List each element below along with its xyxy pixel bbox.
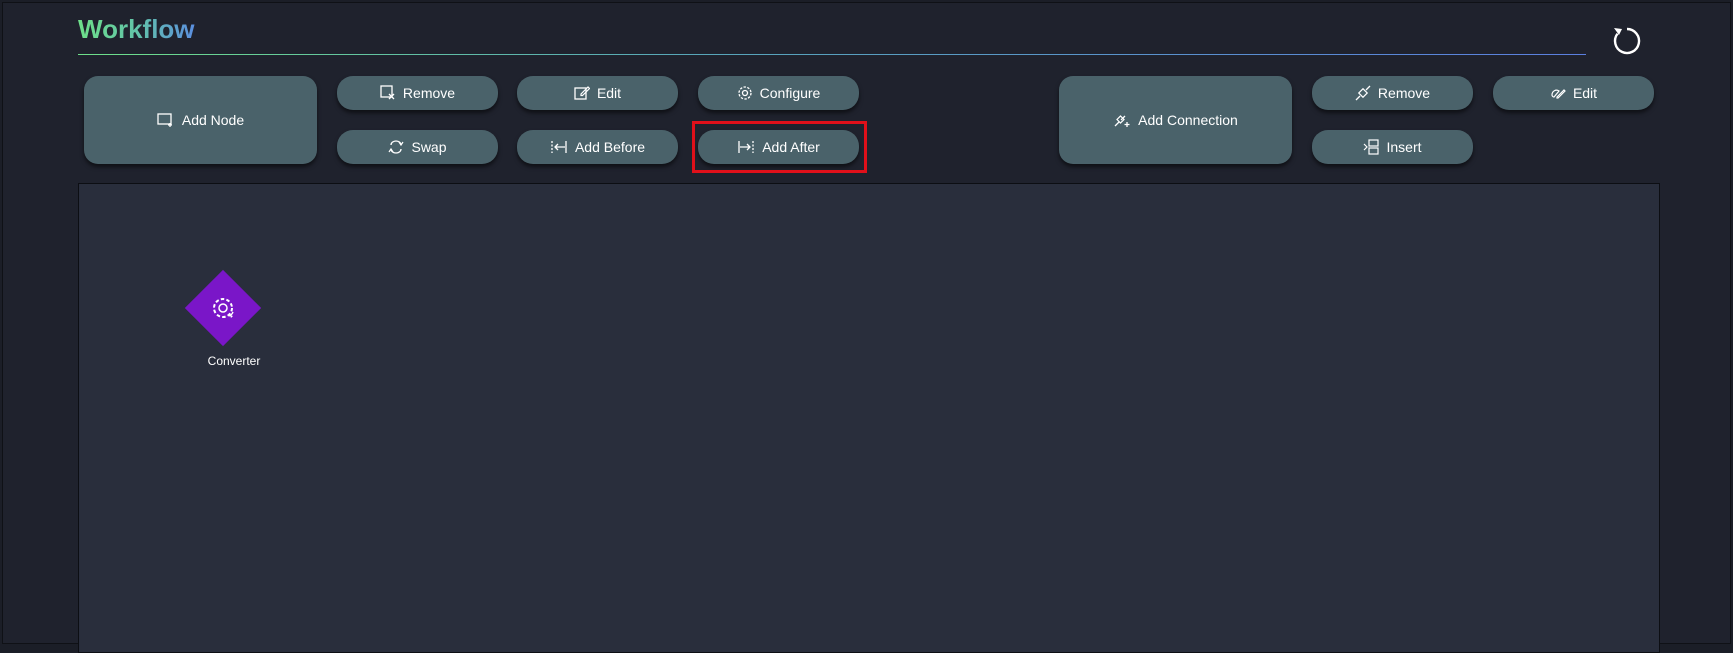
title-underline (78, 54, 1586, 55)
workflow-canvas[interactable]: Converter (78, 183, 1660, 653)
workflow-node[interactable] (184, 269, 262, 347)
edit-icon (574, 85, 590, 101)
add-connection-label: Add Connection (1138, 112, 1238, 128)
add-connection-button[interactable]: Add Connection (1059, 76, 1292, 164)
swap-label: Swap (411, 139, 447, 155)
add-before-label: Add Before (574, 139, 646, 155)
remove-connection-label: Remove (1377, 85, 1431, 101)
insert-icon (1363, 139, 1380, 155)
configure-button[interactable]: Configure (698, 76, 859, 110)
edit-connection-icon (1550, 85, 1566, 101)
add-node-button[interactable]: Add Node (84, 76, 317, 164)
page-title: Workflow (78, 14, 195, 44)
remove-node-label: Remove (402, 85, 456, 101)
gear-icon (737, 85, 753, 101)
add-node-icon (157, 112, 175, 128)
edit-node-label: Edit (596, 85, 622, 101)
remove-node-icon (380, 85, 396, 101)
edit-connection-button[interactable]: Edit (1493, 76, 1654, 110)
insert-button[interactable]: Insert (1312, 130, 1473, 164)
converter-gear-icon (209, 294, 237, 322)
add-before-icon (550, 139, 568, 155)
insert-label: Insert (1386, 139, 1422, 155)
refresh-icon[interactable] (1610, 24, 1644, 58)
add-connection-icon (1113, 112, 1131, 128)
swap-button[interactable]: Swap (337, 130, 498, 164)
edit-connection-label: Edit (1572, 85, 1598, 101)
edit-node-button[interactable]: Edit (517, 76, 678, 110)
add-node-label: Add Node (181, 112, 245, 128)
add-before-button[interactable]: Add Before (517, 130, 678, 164)
highlight-box (692, 121, 867, 173)
node-label: Converter (207, 354, 261, 368)
configure-label: Configure (759, 85, 821, 101)
remove-connection-icon (1355, 85, 1371, 101)
swap-icon (388, 139, 404, 155)
remove-node-button[interactable]: Remove (337, 76, 498, 110)
remove-connection-button[interactable]: Remove (1312, 76, 1473, 110)
